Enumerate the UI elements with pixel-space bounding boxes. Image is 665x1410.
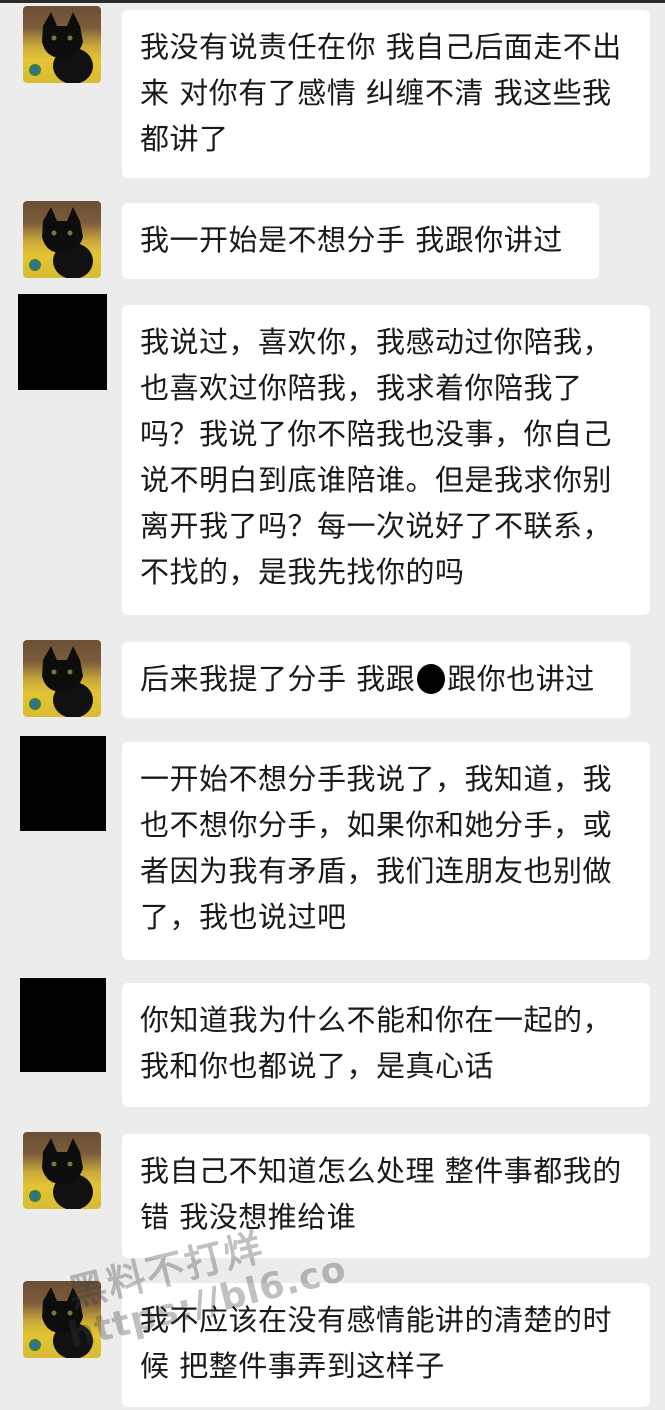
message-bubble[interactable]: 我说过，喜欢你，我感动过你陪我， 也喜欢过你陪我，我求着你陪我了 吗？我说了你不… (122, 305, 650, 615)
message-bubble[interactable]: 你知道我为什么不能和你在一起的， 我和你也都说了，是真心话 (122, 983, 650, 1107)
black-cat-avatar-icon[interactable] (23, 201, 101, 278)
message-bubble[interactable]: 我不应该在没有感情能讲的清楚的时 候 把整件事弄到这样子 (122, 1283, 650, 1407)
message-bubble[interactable]: 我一开始是不想分手 我跟你讲过 (122, 203, 599, 279)
message-text: 一开始不想分手我说了，我知道，我 也不想你分手，如果你和她分手，或 者因为我有矛… (140, 762, 613, 934)
black-cat-avatar-icon[interactable] (23, 640, 101, 717)
chat-transcript: 我没有说责任在你 我自己后面走不出 来 对你有了感情 纠缠不清 我这些我 都讲了… (0, 0, 665, 1410)
message-text: 你知道我为什么不能和你在一起的， 我和你也都说了，是真心话 (140, 1003, 613, 1083)
message-text: 我不应该在没有感情能讲的清楚的时 候 把整件事弄到这样子 (140, 1303, 613, 1383)
black-cat-avatar-icon[interactable] (23, 6, 101, 83)
message-bubble[interactable]: 我自己不知道怎么处理 整件事都我的 错 我没想推给谁 (122, 1134, 650, 1258)
message-text: 我自己不知道怎么处理 整件事都我的 错 我没想推给谁 (140, 1154, 622, 1234)
message-text: 我说过，喜欢你，我感动过你陪我， 也喜欢过你陪我，我求着你陪我了 吗？我说了你不… (140, 325, 613, 589)
message-text-before: 后来我提了分手 我跟 (140, 662, 416, 696)
message-text: 我一开始是不想分手 我跟你讲过 (140, 223, 563, 257)
message-bubble[interactable]: 后来我提了分手 我跟 跟你也讲过 (122, 642, 630, 718)
redacted-avatar-block[interactable] (20, 736, 106, 831)
redacted-avatar-block[interactable] (20, 978, 106, 1072)
message-bubble[interactable]: 一开始不想分手我说了，我知道，我 也不想你分手，如果你和她分手，或 者因为我有矛… (122, 742, 650, 960)
message-bubble[interactable]: 我没有说责任在你 我自己后面走不出 来 对你有了感情 纠缠不清 我这些我 都讲了 (122, 10, 650, 178)
message-text: 我没有说责任在你 我自己后面走不出 来 对你有了感情 纠缠不清 我这些我 都讲了 (140, 30, 622, 156)
message-text-after: 跟你也讲过 (447, 662, 595, 696)
black-cat-avatar-icon[interactable] (23, 1281, 101, 1358)
black-cat-avatar-icon[interactable] (23, 1132, 101, 1209)
redacted-avatar-block[interactable] (18, 294, 107, 390)
redaction-mark (417, 664, 446, 694)
